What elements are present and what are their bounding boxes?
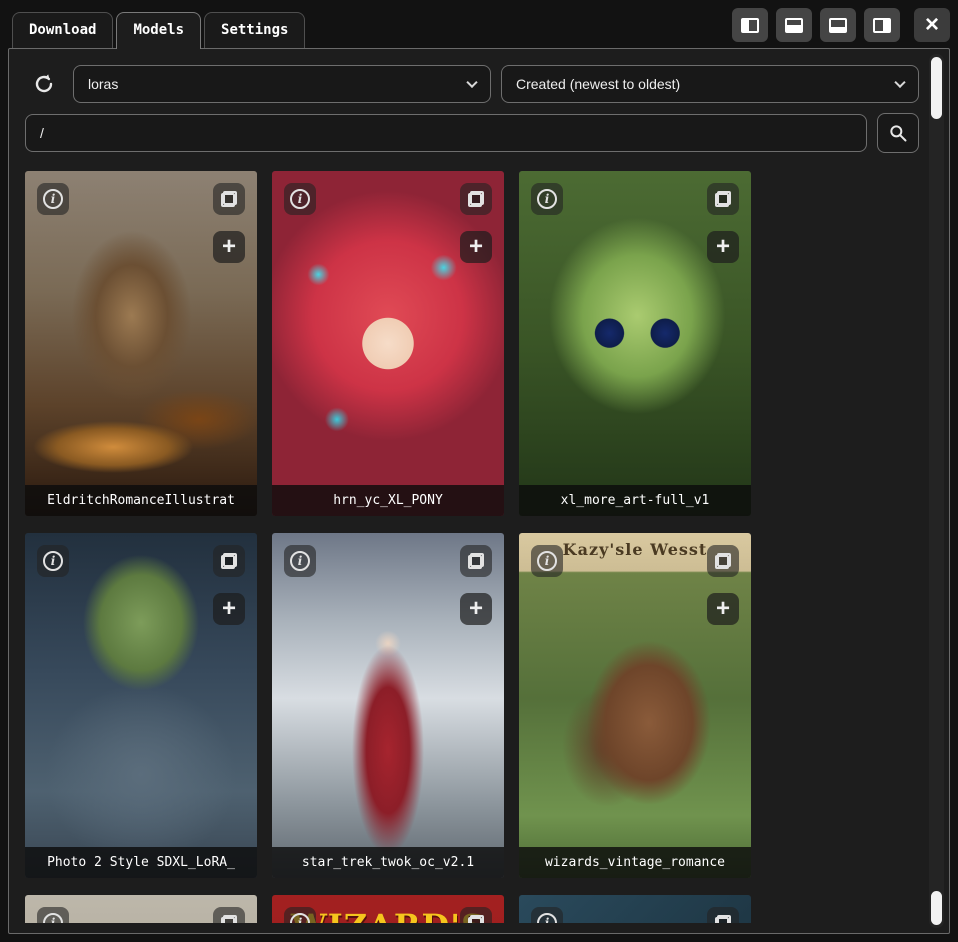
- copy-icon: [715, 191, 731, 207]
- info-button[interactable]: i: [284, 545, 316, 577]
- model-type-value: loras: [88, 76, 118, 92]
- card-actions: +: [707, 907, 739, 923]
- search-icon: [888, 123, 908, 143]
- tab-models[interactable]: Models: [116, 12, 201, 49]
- card-actions: +: [707, 545, 739, 625]
- copy-button[interactable]: [707, 183, 739, 215]
- copy-button[interactable]: [213, 907, 245, 923]
- info-button[interactable]: i: [37, 545, 69, 577]
- layout-bottom-small-icon: [829, 18, 847, 33]
- info-icon: i: [43, 913, 63, 923]
- info-icon: i: [43, 551, 63, 571]
- copy-icon: [468, 915, 484, 923]
- layout-split-bottom-button[interactable]: [776, 8, 812, 42]
- model-name: EldritchRomanceIllustrat: [25, 485, 257, 516]
- model-name: star_trek_twok_oc_v2.1: [272, 847, 504, 878]
- models-panel: loras Created (newest to oldest): [8, 48, 950, 934]
- info-icon: i: [537, 189, 557, 209]
- card-actions: +: [213, 907, 245, 923]
- layout-split-right-button[interactable]: [864, 8, 900, 42]
- info-button[interactable]: i: [37, 907, 69, 923]
- add-button[interactable]: +: [707, 231, 739, 263]
- model-card[interactable]: i +: [519, 895, 751, 923]
- card-actions: +: [460, 183, 492, 263]
- info-icon: i: [290, 913, 310, 923]
- copy-button[interactable]: [213, 545, 245, 577]
- model-card[interactable]: i +: [25, 895, 257, 923]
- copy-icon: [715, 915, 731, 923]
- model-grid: i + EldritchRomanceIllustrat i: [25, 171, 919, 923]
- info-icon: i: [537, 551, 557, 571]
- copy-button[interactable]: [213, 183, 245, 215]
- model-name: Photo 2 Style SDXL_LoRA_: [25, 847, 257, 878]
- info-icon: i: [43, 189, 63, 209]
- layout-bottom-icon: [785, 18, 803, 33]
- tab-settings[interactable]: Settings: [204, 12, 305, 48]
- model-card[interactable]: i + hrn_yc_XL_PONY: [272, 171, 504, 516]
- add-button[interactable]: +: [460, 593, 492, 625]
- close-button[interactable]: ×: [914, 8, 950, 42]
- search-input[interactable]: [25, 114, 867, 152]
- card-actions: +: [460, 545, 492, 625]
- info-icon: i: [290, 189, 310, 209]
- add-button[interactable]: +: [213, 231, 245, 263]
- copy-button[interactable]: [707, 545, 739, 577]
- layout-right-icon: [873, 18, 891, 33]
- copy-button[interactable]: [460, 907, 492, 923]
- search-button[interactable]: [877, 113, 919, 153]
- model-card[interactable]: Kazy'sle Wesst i + wizards_vintage_roman…: [519, 533, 751, 878]
- scrollbar-track[interactable]: [929, 54, 944, 928]
- info-button[interactable]: i: [531, 545, 563, 577]
- layout-left-icon: [741, 18, 759, 33]
- model-card[interactable]: i + star_trek_twok_oc_v2.1: [272, 533, 504, 878]
- models-toolbar: loras Created (newest to oldest): [25, 65, 919, 103]
- model-name: wizards_vintage_romance: [519, 847, 751, 878]
- info-button[interactable]: i: [531, 907, 563, 923]
- info-button[interactable]: i: [284, 183, 316, 215]
- model-card[interactable]: i + xl_more_art-full_v1: [519, 171, 751, 516]
- model-type-select[interactable]: loras: [73, 65, 491, 103]
- copy-icon: [221, 915, 237, 923]
- copy-icon: [221, 553, 237, 569]
- info-icon: i: [290, 551, 310, 571]
- copy-icon: [468, 191, 484, 207]
- app-window: Download Models Settings ×: [0, 0, 958, 942]
- chevron-down-icon: [894, 77, 905, 88]
- model-name: hrn_yc_XL_PONY: [272, 485, 504, 516]
- model-name: xl_more_art-full_v1: [519, 485, 751, 516]
- card-actions: +: [707, 183, 739, 263]
- copy-button[interactable]: [460, 545, 492, 577]
- add-button[interactable]: +: [460, 231, 492, 263]
- info-button[interactable]: i: [37, 183, 69, 215]
- copy-button[interactable]: [707, 907, 739, 923]
- add-button[interactable]: +: [213, 593, 245, 625]
- model-card[interactable]: WIZARD'S i +: [272, 895, 504, 923]
- info-button[interactable]: i: [531, 183, 563, 215]
- info-button[interactable]: i: [284, 907, 316, 923]
- window-controls: ×: [732, 8, 950, 48]
- tab-bar: Download Models Settings ×: [8, 8, 950, 48]
- copy-button[interactable]: [460, 183, 492, 215]
- scrollbar-bottom-thumb[interactable]: [931, 891, 942, 925]
- search-row: [25, 113, 919, 153]
- tab-download[interactable]: Download: [12, 12, 113, 48]
- copy-icon: [468, 553, 484, 569]
- scrollbar-thumb[interactable]: [931, 57, 942, 119]
- card-actions: +: [213, 183, 245, 263]
- refresh-icon: [32, 72, 56, 96]
- sort-order-select[interactable]: Created (newest to oldest): [501, 65, 919, 103]
- add-button[interactable]: +: [707, 593, 739, 625]
- model-card[interactable]: i + EldritchRomanceIllustrat: [25, 171, 257, 516]
- model-card[interactable]: i + Photo 2 Style SDXL_LoRA_: [25, 533, 257, 878]
- sort-order-value: Created (newest to oldest): [516, 76, 680, 92]
- chevron-down-icon: [466, 77, 477, 88]
- copy-icon: [715, 553, 731, 569]
- copy-icon: [221, 191, 237, 207]
- card-actions: +: [213, 545, 245, 625]
- layout-split-bottom-small-button[interactable]: [820, 8, 856, 42]
- refresh-button[interactable]: [25, 65, 63, 103]
- info-icon: i: [537, 913, 557, 923]
- layout-split-left-button[interactable]: [732, 8, 768, 42]
- card-actions: +: [460, 907, 492, 923]
